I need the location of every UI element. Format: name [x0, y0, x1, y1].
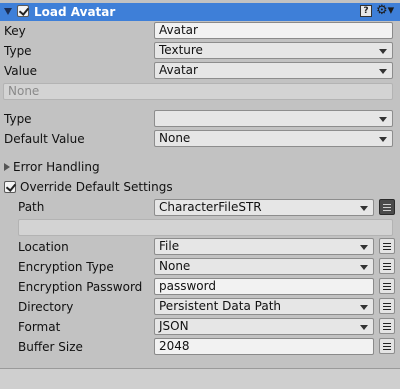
encryption-password-label: Encryption Password	[18, 280, 143, 294]
location-dropdown-value: File	[159, 239, 180, 253]
location-menu-button[interactable]	[379, 238, 395, 254]
error-handling-foldout-icon[interactable]	[4, 163, 10, 171]
checkmark-icon	[18, 5, 30, 16]
dropdown-arrow-icon	[360, 206, 368, 211]
default-value-dropdown-value: None	[159, 131, 191, 145]
encryption-type-menu-button[interactable]	[379, 258, 395, 274]
checkmark-icon	[5, 181, 17, 192]
gear-icon[interactable]: ⚙▾	[376, 4, 394, 18]
dropdown-arrow-icon	[360, 245, 368, 250]
enable-checkbox[interactable]	[17, 5, 30, 17]
buffer-size-label: Buffer Size	[18, 340, 83, 354]
buffer-size-menu-button[interactable]	[379, 338, 395, 354]
type-dropdown-2[interactable]	[154, 110, 393, 127]
value-dropdown[interactable]: Avatar	[154, 62, 393, 79]
encryption-type-dropdown[interactable]: None	[154, 258, 374, 275]
format-dropdown-value: JSON	[159, 319, 189, 333]
path-preview-field[interactable]	[18, 219, 393, 236]
value-label: Value	[4, 64, 37, 78]
directory-menu-button[interactable]	[379, 298, 395, 314]
override-label: Override Default Settings	[20, 180, 173, 194]
location-label: Location	[18, 240, 69, 254]
buffer-size-field[interactable]: 2048	[154, 338, 374, 355]
key-label: Key	[4, 24, 26, 38]
directory-dropdown[interactable]: Persistent Data Path	[154, 298, 374, 315]
bottom-divider	[0, 368, 400, 389]
path-dropdown[interactable]: CharacterFileSTR	[154, 199, 374, 216]
override-checkbox[interactable]	[4, 181, 17, 193]
format-dropdown[interactable]: JSON	[154, 318, 374, 335]
object-field[interactable]: None	[3, 83, 393, 100]
directory-label: Directory	[18, 300, 74, 314]
path-dropdown-value: CharacterFileSTR	[159, 200, 262, 214]
dropdown-arrow-icon	[379, 49, 387, 54]
error-handling-label[interactable]: Error Handling	[13, 159, 100, 175]
location-dropdown[interactable]: File	[154, 238, 374, 255]
component-title: Load Avatar	[34, 5, 116, 19]
type-dropdown[interactable]: Texture	[154, 42, 393, 59]
default-value-label: Default Value	[4, 132, 85, 146]
encryption-type-dropdown-value: None	[159, 259, 191, 273]
dropdown-arrow-icon	[360, 305, 368, 310]
inspector-panel: Load Avatar ? ⚙▾ Key Avatar Type Texture…	[0, 0, 400, 389]
component-header[interactable]: Load Avatar ? ⚙▾	[0, 3, 400, 21]
directory-dropdown-value: Persistent Data Path	[159, 299, 282, 313]
type-label: Type	[4, 44, 32, 58]
dropdown-arrow-icon	[360, 325, 368, 330]
default-value-dropdown[interactable]: None	[154, 130, 393, 147]
key-field[interactable]: Avatar	[154, 22, 393, 39]
type-dropdown-value: Texture	[159, 43, 203, 57]
path-label: Path	[18, 200, 45, 214]
encryption-password-field[interactable]: password	[154, 278, 374, 295]
format-menu-button[interactable]	[379, 318, 395, 334]
dropdown-arrow-icon	[360, 265, 368, 270]
dropdown-arrow-icon	[379, 137, 387, 142]
foldout-arrow-icon[interactable]	[4, 8, 12, 15]
encryption-type-label: Encryption Type	[18, 260, 114, 274]
value-dropdown-value: Avatar	[159, 63, 198, 77]
format-label: Format	[18, 320, 61, 334]
help-icon[interactable]: ?	[360, 5, 372, 17]
type-label-2: Type	[4, 112, 32, 126]
dropdown-arrow-icon	[379, 69, 387, 74]
dropdown-arrow-icon	[379, 117, 387, 122]
path-menu-button[interactable]	[379, 199, 395, 215]
encryption-password-menu-button[interactable]	[379, 278, 395, 294]
